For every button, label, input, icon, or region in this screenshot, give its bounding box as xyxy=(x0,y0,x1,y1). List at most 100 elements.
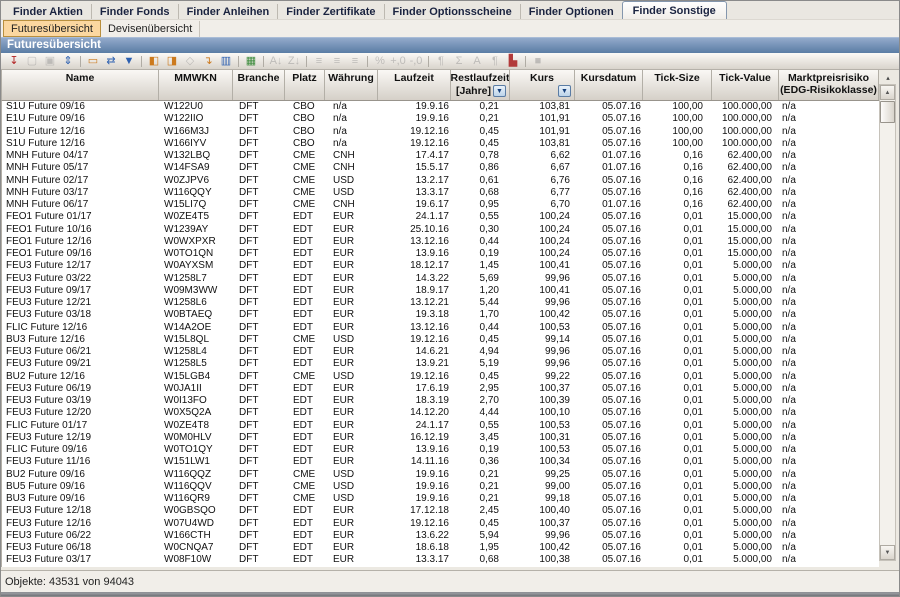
column-header[interactable]: Marktpreisrisiko (EDG-Risikoklasse) ▼ xyxy=(779,70,879,100)
tab-finder-zertifikate[interactable]: Finder Zertifikate xyxy=(277,4,383,19)
table-row[interactable]: FEU3 Future 06/22 W166CTH DFT EDT EUR 13… xyxy=(2,530,879,542)
cell-branche: DFT xyxy=(233,162,285,174)
row-tall-icon[interactable]: ≡ xyxy=(346,54,364,69)
table-row[interactable]: FEU3 Future 06/18 W0CNQA7 DFT EDT EUR 18… xyxy=(2,542,879,554)
table-row[interactable]: MNH Future 05/17 W14FSA9 DFT CME CNH 15.… xyxy=(2,162,879,174)
column-header[interactable]: Kursdatum ▼ xyxy=(575,70,643,100)
column-header[interactable]: Restlaufzeit [Jahre] ▼ xyxy=(451,70,510,100)
sum-icon[interactable]: Σ xyxy=(450,54,468,69)
table-row[interactable]: FLIC Future 12/16 W14A2OE DFT EDT EUR 13… xyxy=(2,322,879,334)
font-icon[interactable]: A xyxy=(468,54,486,69)
row-compact-icon[interactable]: ≡ xyxy=(310,54,328,69)
table-row[interactable]: FEU3 Future 03/17 W08F10W DFT EDT EUR 13… xyxy=(2,554,879,566)
table-row[interactable]: MNH Future 04/17 W132LBQ DFT CME CNH 17.… xyxy=(2,150,879,162)
table-row[interactable]: FEU3 Future 03/18 W0BTAEQ DFT EDT EUR 19… xyxy=(2,309,879,321)
cell-tick-value: 15.000,00 xyxy=(712,211,779,223)
vertical-scrollbar[interactable]: ▲ ▼ xyxy=(879,84,896,561)
refresh-icon[interactable]: ⇄ xyxy=(102,54,120,69)
scrollbar-thumb[interactable] xyxy=(880,101,895,123)
column-header[interactable]: Kurs ▼ xyxy=(510,70,575,100)
tab-finder-optionen[interactable]: Finder Optionen xyxy=(520,4,622,19)
table-row[interactable]: BU3 Future 09/16 W116QR9 DFT CME USD 19.… xyxy=(2,493,879,505)
table-row[interactable]: FEU3 Future 12/19 W0M0HLV DFT EDT EUR 16… xyxy=(2,432,879,444)
scroll-down-icon[interactable]: ▼ xyxy=(880,545,895,560)
separator xyxy=(306,56,307,67)
group-rows-icon[interactable]: ¶ xyxy=(432,54,450,69)
column-header[interactable]: Name ▼ xyxy=(2,70,159,100)
fit-columns-icon[interactable]: ▢ xyxy=(23,54,41,69)
filter-icon[interactable]: ▼ xyxy=(120,54,138,69)
table-row[interactable]: BU5 Future 09/16 W116QQV DFT CME USD 19.… xyxy=(2,481,879,493)
percent-icon[interactable]: % xyxy=(371,54,389,69)
column-header[interactable]: Währung ▼ xyxy=(325,70,378,100)
insert-column-right-icon[interactable]: ◨ xyxy=(163,54,181,69)
table-row[interactable]: BU2 Future 09/16 W116QQZ DFT CME USD 19.… xyxy=(2,469,879,481)
tab-finder-optionsscheine[interactable]: Finder Optionsscheine xyxy=(384,4,520,19)
scroll-up-icon[interactable]: ▲ xyxy=(880,85,895,100)
insert-column-left-icon[interactable]: ◧ xyxy=(145,54,163,69)
table-row[interactable]: MNH Future 03/17 W116QQY DFT CME USD 13.… xyxy=(2,187,879,199)
sort-ascending-icon[interactable]: A↓ xyxy=(267,54,285,69)
move-column-icon[interactable]: ↴ xyxy=(199,54,217,69)
table-row[interactable]: MNH Future 02/17 W0ZJPV6 DFT CME USD 13.… xyxy=(2,175,879,187)
tab-finder-aktien[interactable]: Finder Aktien xyxy=(5,4,91,19)
table-row[interactable]: FEU3 Future 12/21 W1258L6 DFT EDT EUR 13… xyxy=(2,297,879,309)
tab-finder-fonds[interactable]: Finder Fonds xyxy=(91,4,178,19)
column-header[interactable]: Laufzeit ▼ xyxy=(378,70,451,100)
new-window-icon[interactable]: ▭ xyxy=(84,54,102,69)
table-row[interactable]: FEU3 Future 09/21 W1258L5 DFT EDT EUR 13… xyxy=(2,358,879,370)
table-row[interactable]: S1U Future 09/16 W122U0 DFT CBO n/a 19.9… xyxy=(2,101,879,113)
column-header[interactable]: MMWKN ▼ xyxy=(159,70,233,100)
table-corner-icon[interactable]: ▴ xyxy=(881,72,895,83)
table-row[interactable]: BU3 Future 12/16 W15L8QL DFT CME USD 19.… xyxy=(2,334,879,346)
fit-height-icon[interactable]: ⇕ xyxy=(59,54,77,69)
table-row[interactable]: MNH Future 06/17 W15LI7Q DFT CME CNH 19.… xyxy=(2,199,879,211)
update-data-icon[interactable]: ▦ xyxy=(242,54,260,69)
ungroup-rows-icon[interactable]: ¶ xyxy=(486,54,504,69)
cell-waehrung: EUR xyxy=(325,456,378,468)
column-header[interactable]: Branche ▼ xyxy=(233,70,285,100)
cell-name: BU2 Future 09/16 xyxy=(2,469,159,481)
table-row[interactable]: E1U Future 12/16 W166M3J DFT CBO n/a 19.… xyxy=(2,126,879,138)
column-header[interactable]: Tick-Value ▼ xyxy=(712,70,779,100)
table-row[interactable]: FEU3 Future 12/16 W07U4WD DFT EDT EUR 19… xyxy=(2,518,879,530)
table-row[interactable]: FEU3 Future 06/21 W1258L4 DFT EDT EUR 14… xyxy=(2,346,879,358)
fit-selection-icon[interactable]: ▣ xyxy=(41,54,59,69)
table-row[interactable]: FEU3 Future 11/16 W151LW1 DFT EDT EUR 14… xyxy=(2,456,879,468)
table-row[interactable]: FEO1 Future 12/16 W0WXPXR DFT EDT EUR 13… xyxy=(2,236,879,248)
column-width-icon[interactable]: ▥ xyxy=(217,54,235,69)
table-row[interactable]: S1U Future 12/16 W166IYV DFT CBO n/a 19.… xyxy=(2,138,879,150)
remove-decimal-icon[interactable]: -,0 xyxy=(407,54,425,69)
table-row[interactable]: FEO1 Future 10/16 W1239AY DFT EDT EUR 25… xyxy=(2,224,879,236)
table-row[interactable]: FEU3 Future 06/19 W0JA1II DFT EDT EUR 17… xyxy=(2,383,879,395)
export-icon[interactable]: ↧ xyxy=(5,54,23,69)
tab-finder-sonstige[interactable]: Finder Sonstige xyxy=(622,1,727,19)
table-row[interactable]: FEO1 Future 01/17 W0ZE4T5 DFT EDT EUR 24… xyxy=(2,211,879,223)
table-row[interactable]: FEU3 Future 12/17 W0AYXSM DFT EDT EUR 18… xyxy=(2,260,879,272)
table-row[interactable]: FEU3 Future 03/22 W1258L7 DFT EDT EUR 14… xyxy=(2,273,879,285)
subtab-devisenuebersicht[interactable]: Devisenübersicht xyxy=(101,21,200,37)
cell-kursdatum: 05.07.16 xyxy=(575,126,643,138)
column-filter-button[interactable]: ▼ xyxy=(493,85,506,97)
table-row[interactable]: BU2 Future 12/16 W15LGB4 DFT CME USD 19.… xyxy=(2,371,879,383)
table-row[interactable]: FLIC Future 01/17 W0ZE4T8 DFT EDT EUR 24… xyxy=(2,420,879,432)
table-row[interactable]: FEO1 Future 09/16 W0TO1QN DFT EDT EUR 13… xyxy=(2,248,879,260)
table-row[interactable]: FEU3 Future 03/19 W0I13FO DFT EDT EUR 18… xyxy=(2,395,879,407)
chart-icon[interactable]: ▙ xyxy=(504,54,522,69)
table-row[interactable]: E1U Future 09/16 W122IIO DFT CBO n/a 19.… xyxy=(2,113,879,125)
column-header[interactable]: Tick-Size ▼ xyxy=(643,70,712,100)
remove-column-icon[interactable]: ◇ xyxy=(181,54,199,69)
sort-descending-icon[interactable]: Z↓ xyxy=(285,54,303,69)
table-row[interactable]: FEU3 Future 12/18 W0GBSQO DFT EDT EUR 17… xyxy=(2,505,879,517)
table-row[interactable]: FEU3 Future 12/20 W0X5Q2A DFT EDT EUR 14… xyxy=(2,407,879,419)
add-decimal-icon[interactable]: +,0 xyxy=(389,54,407,69)
subtab-futuresuebersicht[interactable]: Futuresübersicht xyxy=(3,20,101,37)
cell-tick-value: 5.000,00 xyxy=(712,542,779,554)
table-row[interactable]: FEU3 Future 09/17 W09M3WW DFT EDT EUR 18… xyxy=(2,285,879,297)
column-header[interactable]: Platz ▼ xyxy=(285,70,325,100)
row-medium-icon[interactable]: ≡ xyxy=(328,54,346,69)
stop-icon[interactable]: ■ xyxy=(529,54,547,69)
tab-finder-anleihen[interactable]: Finder Anleihen xyxy=(178,4,278,19)
column-filter-button[interactable]: ▼ xyxy=(558,85,571,97)
table-row[interactable]: FLIC Future 09/16 W0TO1QY DFT EDT EUR 13… xyxy=(2,444,879,456)
